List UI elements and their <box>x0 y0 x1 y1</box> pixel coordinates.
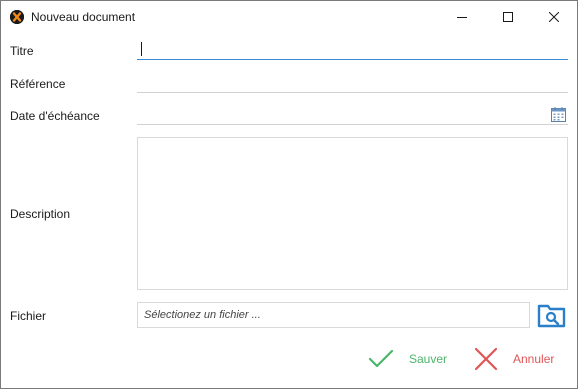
date-label: Date d'échéance <box>10 109 100 123</box>
fichier-label: Fichier <box>10 309 47 323</box>
title-bar: Nouveau document <box>1 1 577 32</box>
date-input[interactable] <box>137 103 568 125</box>
titre-label: Titre <box>10 44 34 58</box>
description-textarea[interactable] <box>137 137 568 290</box>
maximize-button[interactable] <box>485 1 531 32</box>
checkmark-icon <box>368 349 394 368</box>
save-button[interactable]: Sauver <box>367 345 447 373</box>
cancel-button[interactable]: Annuler <box>473 345 554 373</box>
minimize-icon <box>457 16 467 18</box>
reference-label: Référence <box>10 77 66 91</box>
text-caret <box>141 42 142 56</box>
window-title: Nouveau document <box>31 10 136 24</box>
calendar-icon <box>551 107 566 122</box>
calendar-button[interactable] <box>551 107 566 122</box>
dialog-window: Nouveau document Titre Référence Date d'… <box>0 0 578 389</box>
cancel-label: Annuler <box>513 352 555 366</box>
cross-icon <box>474 347 498 371</box>
maximize-icon <box>503 11 513 22</box>
description-label: Description <box>10 207 71 221</box>
fichier-input[interactable] <box>137 302 530 328</box>
titre-input[interactable] <box>137 38 568 60</box>
app-logo-icon <box>10 10 24 24</box>
close-icon <box>549 11 559 22</box>
reference-input[interactable] <box>137 71 568 93</box>
save-label: Sauver <box>409 352 448 366</box>
folder-search-icon <box>537 304 566 328</box>
minimize-button[interactable] <box>439 1 485 32</box>
close-button[interactable] <box>531 1 577 32</box>
browse-file-button[interactable] <box>537 302 567 329</box>
